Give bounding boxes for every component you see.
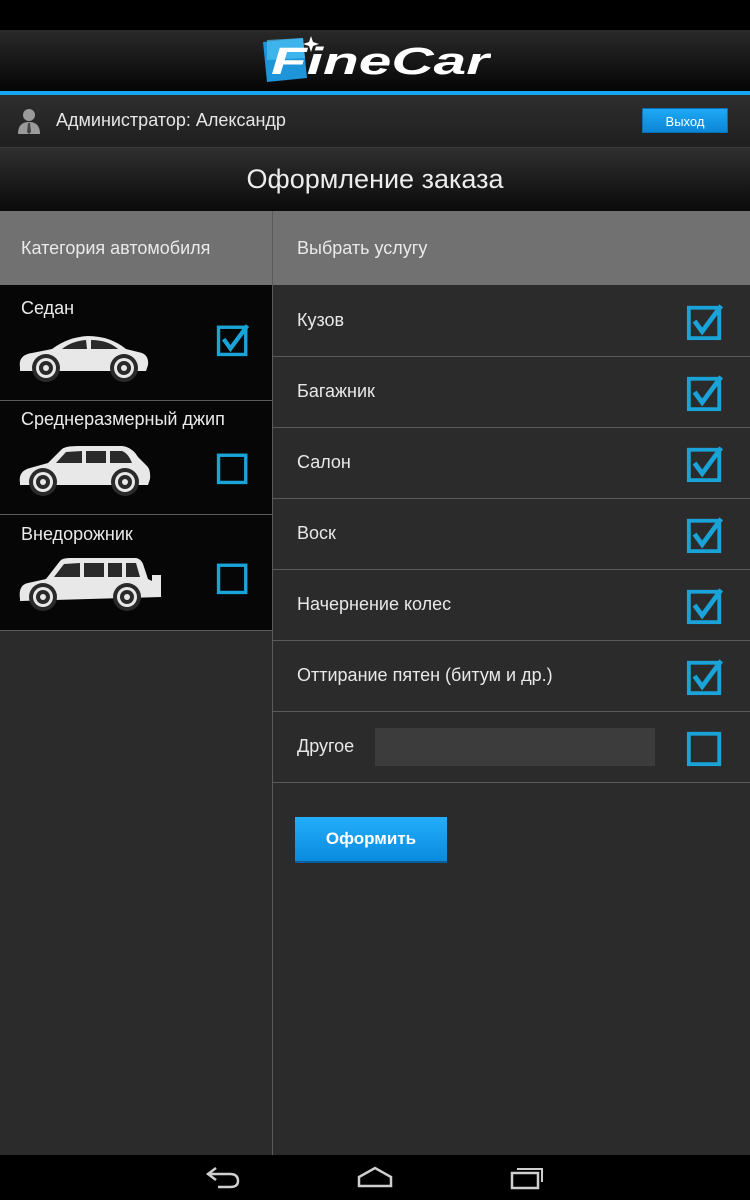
home-icon[interactable] [356,1164,394,1190]
logout-button[interactable]: Выход [642,108,728,133]
finecar-logo: FineCar [263,36,491,83]
category-checkbox-unchecked[interactable] [216,451,250,485]
service-checkbox-unchecked[interactable] [686,729,724,767]
category-checkbox-checked[interactable] [216,323,250,357]
category-label: Среднеразмерный джип [21,409,225,429]
service-label: Начернение колес [297,594,452,614]
service-checkbox-checked[interactable] [686,587,724,625]
user-icon [18,109,40,134]
service-item-body[interactable]: Кузов [273,286,750,357]
service-label: Оттирание пятен (битум и др.) [297,665,553,685]
sedan-icon [19,336,149,382]
service-label: Кузов [297,310,345,330]
service-item-trunk[interactable]: Багажник [273,357,750,428]
page-title: Оформление заказа [0,147,750,211]
service-column: Выбрать услугу Кузов Багажник Салон Воск… [273,211,750,1155]
service-item-other[interactable]: Другое [273,712,750,783]
offroad-suv-icon [19,558,161,611]
user-bar: Администратор: Александр Выход [0,95,750,147]
service-checkbox-checked[interactable] [686,303,724,341]
category-item-midsize-suv[interactable]: Среднеразмерный джип [0,401,272,515]
service-checkbox-checked[interactable] [686,658,724,696]
service-checkbox-checked[interactable] [686,445,724,483]
category-header: Категория автомобиля [0,211,272,285]
recent-apps-icon[interactable] [508,1164,546,1190]
submit-order-button[interactable]: Оформить [295,817,447,863]
service-checkbox-checked[interactable] [686,374,724,412]
category-column: Категория автомобиля Седан Среднеразмерн… [0,211,272,1155]
service-checkbox-checked[interactable] [686,516,724,554]
category-item-offroad-suv[interactable]: Внедорожник [0,515,272,631]
category-item-sedan[interactable]: Седан [0,285,272,401]
other-service-input[interactable] [375,728,655,766]
user-label: Администратор: Александр [56,110,286,130]
service-label: Воск [297,523,336,543]
status-bar [0,0,750,30]
logo-text: FineCar [271,41,491,83]
back-icon[interactable] [204,1164,242,1190]
midsize-suv-icon [19,446,151,496]
service-label: Другое [297,736,355,756]
service-label: Багажник [297,381,375,401]
service-item-wax[interactable]: Воск [273,499,750,570]
brand-bar: FineCar [0,30,750,91]
category-label: Внедорожник [21,524,133,544]
service-item-tire-blackening[interactable]: Начернение колес [273,570,750,641]
category-checkbox-unchecked[interactable] [216,561,250,595]
service-item-stain-removal[interactable]: Оттирание пятен (битум и др.) [273,641,750,712]
category-label: Седан [21,298,75,318]
service-header: Выбрать услугу [273,211,750,285]
service-label: Салон [297,452,351,472]
navigation-bar [0,1155,750,1200]
service-item-interior[interactable]: Салон [273,428,750,499]
